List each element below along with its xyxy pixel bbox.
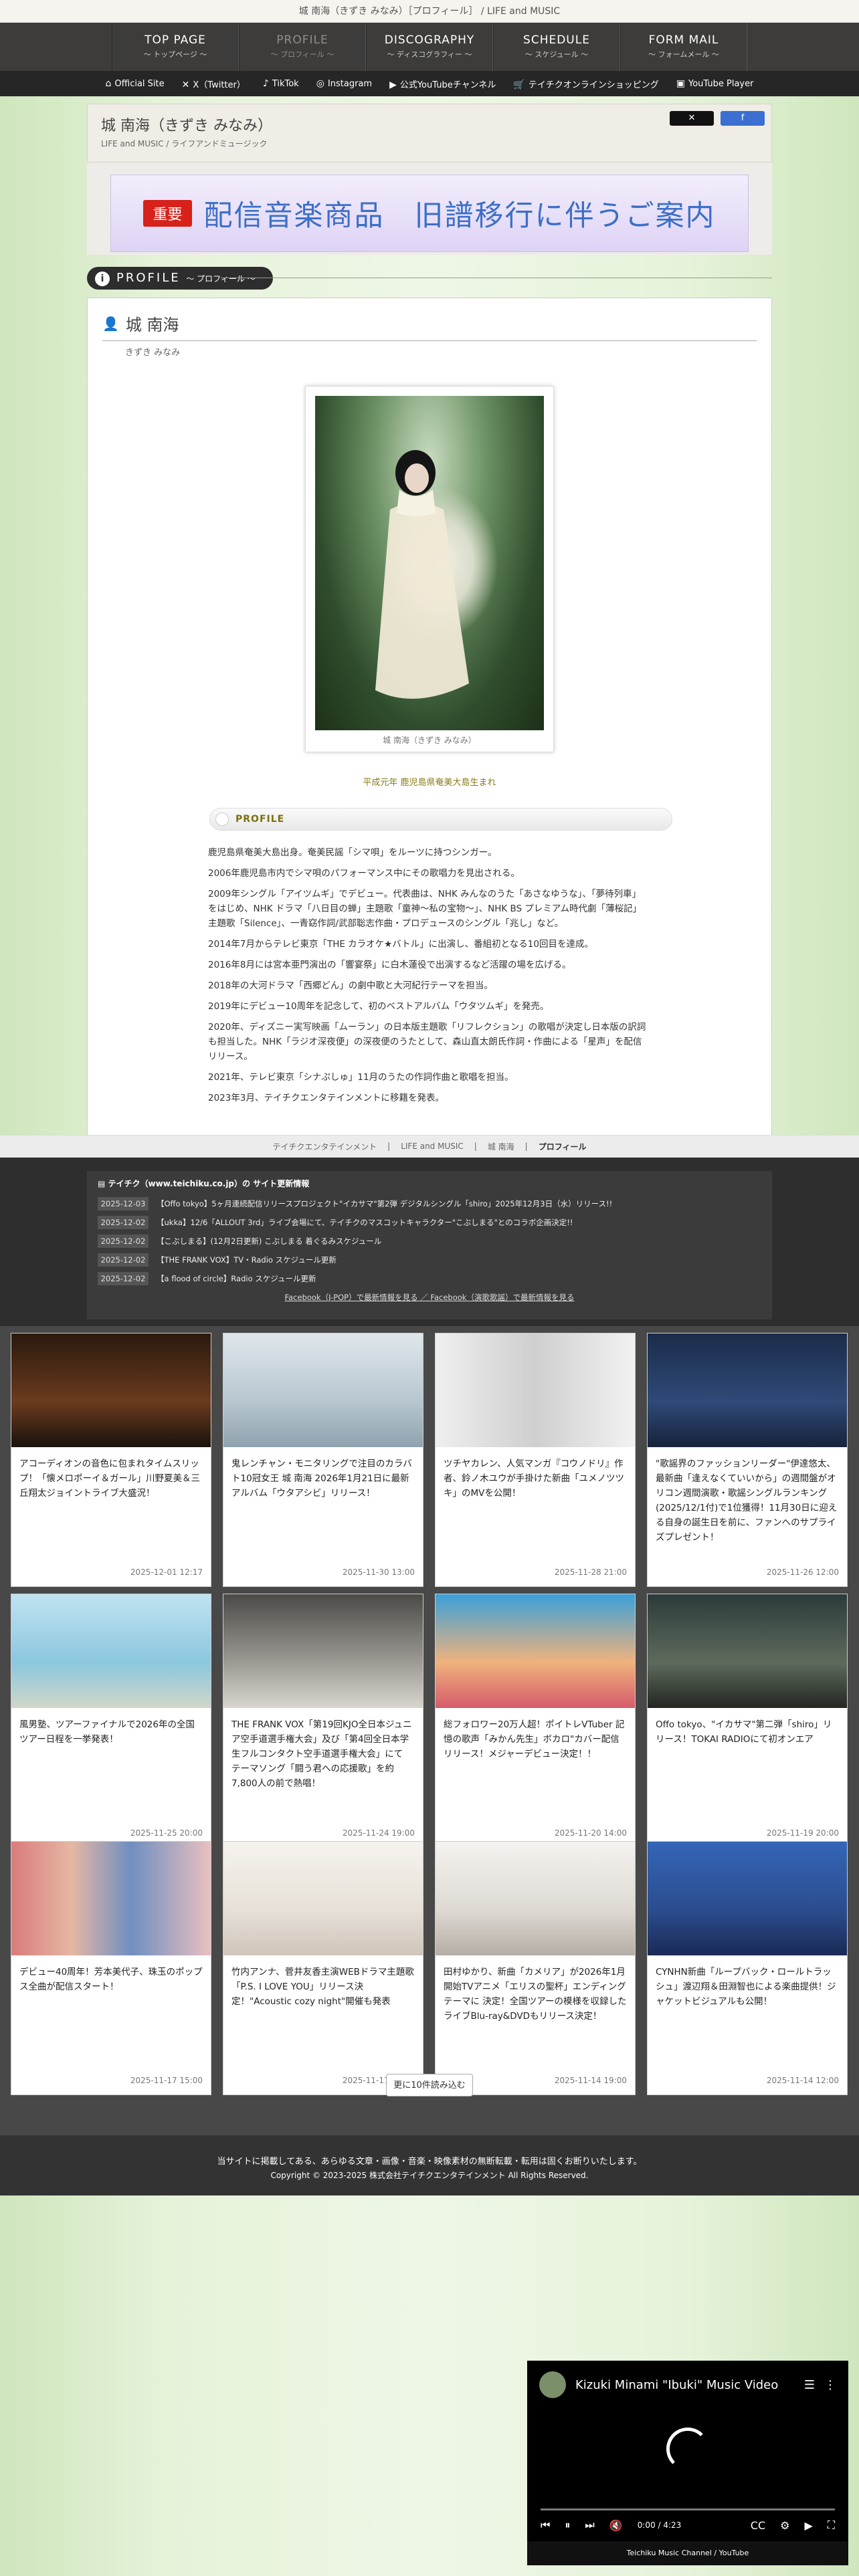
- artist-photo: 城 南海（きずき みなみ）: [305, 386, 554, 752]
- nav-profile[interactable]: PROFILE ～ プロフィール ～: [239, 23, 366, 71]
- news-card[interactable]: 田村ゆかり、新曲「カメリア」が2026年1月開始TVアニメ「エリスの聖杯」エンデ…: [435, 1841, 636, 2095]
- playlist-icon[interactable]: ☰: [804, 2378, 815, 2392]
- share-x-button[interactable]: ✕: [670, 111, 714, 126]
- breadcrumb-site[interactable]: LIFE and MUSIC: [401, 1142, 464, 1151]
- photo-caption: 城 南海（きずき みなみ）: [383, 736, 476, 745]
- news-card[interactable]: デビュー40周年！芳本美代子、珠玉のポップス全曲が配信スタート！ 2025-11-…: [11, 1841, 211, 2095]
- breadcrumb-current: プロフィール: [538, 1142, 587, 1152]
- sns-x-link[interactable]: ✕ X（Twitter）: [182, 78, 246, 90]
- profile-name: 城 南海: [125, 316, 179, 334]
- notice-banner[interactable]: 重要 配信音楽商品 旧譜移行に伴うご案内: [110, 175, 749, 252]
- info-icon: i: [95, 272, 110, 286]
- notice-badge: 重要: [143, 200, 192, 227]
- tiktok-icon: ♪: [262, 78, 269, 89]
- news-card[interactable]: ツチヤカレン、人気マンガ『コウノドリ』作者、鈴ノ木ユウが手掛けた新曲「ユメノツツ…: [435, 1333, 636, 1587]
- loading-spinner: [666, 2428, 709, 2470]
- artist-header: 城 南海（きずき みなみ） LIFE and MUSIC / ライフアンドミュー…: [87, 104, 772, 163]
- footer-notice: 当サイトに掲載してある、あらゆる文章・画像・音楽・映像素材の無断転載・転用は固く…: [217, 2157, 642, 2167]
- captions-icon[interactable]: CC: [751, 2519, 765, 2532]
- nav-discography[interactable]: DISCOGRAPHY ～ ディスコグラフィー ～: [366, 23, 493, 71]
- news-heading: ▤ テイチク（www.teichiku.co.jp）の サイト更新情報: [98, 1179, 310, 1188]
- video-title: Kizuki Minami "Ibuki" Music Video: [575, 2377, 779, 2392]
- news-row[interactable]: 2025-12-02 【THE FRANK VOX】TV・Radio スケジュール…: [98, 1252, 761, 1268]
- news-card[interactable]: "歌謡界のファッションリーダー"伊達悠太、最新曲「逢えなくていいから」の週間盤が…: [647, 1333, 848, 1587]
- artist-name: 城 南海（きずき みなみ）: [101, 118, 272, 134]
- news-row[interactable]: 2025-12-03 【Offo tokyo】5ヶ月連続配信リリースプロジェクト"…: [98, 1196, 761, 1212]
- birth-info: 平成元年 鹿児島県奄美大島生まれ: [363, 778, 496, 788]
- sns-player-link[interactable]: ▣ YouTube Player: [676, 78, 754, 89]
- news-card[interactable]: Offo tokyo、"イカサマ"第二弾「shiro」リリース！TOKAI RA…: [647, 1594, 848, 1848]
- news-row[interactable]: 2025-12-02 【ukka】12/6「ALLOUT 3rd」ライブ会場にて、…: [98, 1214, 761, 1230]
- sns-youtube-link[interactable]: ▶ 公式YouTubeチャンネル: [389, 78, 496, 90]
- section-title: PROFILE: [116, 271, 181, 285]
- section-header: i PROFILE ～ プロフィール ～: [87, 263, 772, 294]
- news-section: ▤ テイチク（www.teichiku.co.jp）の サイト更新情報 2025…: [0, 1158, 859, 1326]
- profile-kana: きずき みなみ: [125, 348, 181, 358]
- rss-icon: ▤: [98, 1179, 108, 1188]
- fullscreen-icon[interactable]: ⛶: [828, 2518, 835, 2532]
- sns-shop-link[interactable]: 🛒 テイチクオンラインショッピング: [513, 78, 658, 90]
- instagram-icon: ◎: [316, 78, 324, 89]
- news-card[interactable]: アコーディオンの音色に包まれタイムスリップ！「懐メロポーイ＆ガール」川野夏美＆三…: [11, 1333, 211, 1587]
- pause-icon[interactable]: ⏸: [565, 2518, 570, 2532]
- main-content: 城 南海（きずき みなみ） LIFE and MUSIC / ライフアンドミュー…: [87, 104, 772, 1138]
- notice-text: 配信音楽商品 旧譜移行に伴うご案内: [203, 199, 716, 233]
- next-icon[interactable]: ⏭: [585, 2518, 594, 2532]
- page-title: 城 南海（きずき みなみ）［プロフィール］ / LIFE and MUSIC: [0, 0, 859, 23]
- breadcrumb-teichiku[interactable]: テイチクエンタテインメント: [273, 1141, 377, 1152]
- cart-icon: 🛒: [513, 79, 525, 90]
- player-icon: ▣: [676, 78, 686, 89]
- mute-icon[interactable]: 🔇: [609, 2519, 623, 2532]
- news-card[interactable]: CYNHN新曲「ループバック・ロールトラッシュ」渡辺翔＆田淵智也による楽曲提供！…: [647, 1841, 848, 2095]
- news-row[interactable]: 2025-12-02 【こぶしまる】(12月2日更新) こぶしまる 着ぐるみスケジ…: [98, 1233, 761, 1249]
- person-icon: 👤: [102, 315, 119, 332]
- news-card[interactable]: 風男塾、ツアーファイナルで2026年の全国ツアー日程を一挙発表！ 2025-11-…: [11, 1594, 211, 1848]
- news-card-grid: アコーディオンの音色に包まれタイムスリップ！「懐メロポーイ＆ガール」川野夏美＆三…: [0, 1326, 859, 2135]
- home-icon: ⌂: [105, 78, 112, 89]
- settings-icon[interactable]: ⚙: [780, 2519, 789, 2532]
- site-subtitle: LIFE and MUSIC / ライフアンドミュージック: [101, 139, 268, 148]
- sns-bar: ⌂ Official Site ✕ X（Twitter） ♪ TikTok ◎ Inst…: [0, 71, 859, 96]
- news-row[interactable]: 2025-12-02 【a flood of circle】Radio スケジュー…: [98, 1271, 761, 1287]
- sns-instagram-link[interactable]: ◎ Instagram: [316, 78, 372, 89]
- x-icon: ✕: [181, 79, 190, 90]
- sns-tiktok-link[interactable]: ♪ TikTok: [263, 78, 299, 89]
- news-card[interactable]: THE FRANK VOX「第19回KJO全日本ジュニア空手道選手権大会」及び「…: [223, 1594, 423, 1848]
- footer: 当サイトに掲載してある、あらゆる文章・画像・音楽・映像素材の無断転載・転用は固く…: [0, 2135, 859, 2195]
- prev-icon[interactable]: ⏮: [541, 2518, 550, 2532]
- load-more-button[interactable]: 更に10件読み込む: [386, 2074, 473, 2097]
- copyright: Copyright © 2023-2025 株式会社テイチクエンタテインメント …: [270, 2171, 589, 2180]
- more-icon[interactable]: ⋮: [824, 2378, 836, 2392]
- news-card[interactable]: 総フォロワー20万人超！ポイトレVTuber 記憶の歌声「みかん先生」ボカロ"カ…: [435, 1594, 636, 1848]
- progress-bar[interactable]: [541, 2508, 835, 2510]
- news-card[interactable]: 竹内アンナ、菅井友香主演WEBドラマ主題歌「P.S. I LOVE YOU」リリ…: [223, 1841, 423, 2095]
- youtube-logo[interactable]: ▶: [804, 2519, 812, 2532]
- nav-schedule[interactable]: SCHEDULE ～ スケジュール ～: [493, 23, 620, 71]
- facebook-links[interactable]: Facebook（J-POP）で最新情報を見る ／ Facebook（演歌歌謡）…: [87, 1292, 772, 1303]
- profile-subheading: PROFILE: [209, 808, 672, 831]
- main-nav: TOP PAGE ～ トップページ ～ PROFILE ～ プロフィール ～ DIS…: [0, 23, 859, 71]
- sns-official-link[interactable]: ⌂ Official Site: [106, 78, 165, 89]
- video-time: 0:00 / 4:23: [637, 2520, 682, 2530]
- nav-formmail[interactable]: FORM MAIL ～ フォームメール ～: [620, 23, 747, 71]
- share-facebook-button[interactable]: f: [721, 111, 765, 126]
- youtube-icon: ▶: [389, 79, 397, 90]
- breadcrumb: テイチクエンタテインメント | LIFE and MUSIC | 城 南海 | プロフ…: [0, 1135, 859, 1158]
- news-card[interactable]: 鬼レンチャン・モニタリングで注目のカラバト10冠女王 城 南海 2026年1月2…: [223, 1333, 423, 1587]
- breadcrumb-artist[interactable]: 城 南海: [488, 1141, 514, 1152]
- nav-top[interactable]: TOP PAGE ～ トップページ ～: [112, 23, 239, 71]
- profile-bio: 鹿児島県奄美大島出身。奄美民謡「シマ唄」をルーツに持つシンガー。 2006年鹿児…: [208, 847, 646, 1103]
- video-player[interactable]: Kizuki Minami "Ibuki" Music Video ☰ ⋮ ⏮ ⏸ …: [527, 2361, 848, 2565]
- channel-avatar: [539, 2371, 566, 2398]
- profile-panel: 👤 城 南海 きずき みなみ 城 南海（きずき みなみ） 平成元年 鹿児島県奄美大…: [87, 298, 772, 1138]
- video-channel: Teichiku Music Channel / YouTube: [527, 2541, 848, 2565]
